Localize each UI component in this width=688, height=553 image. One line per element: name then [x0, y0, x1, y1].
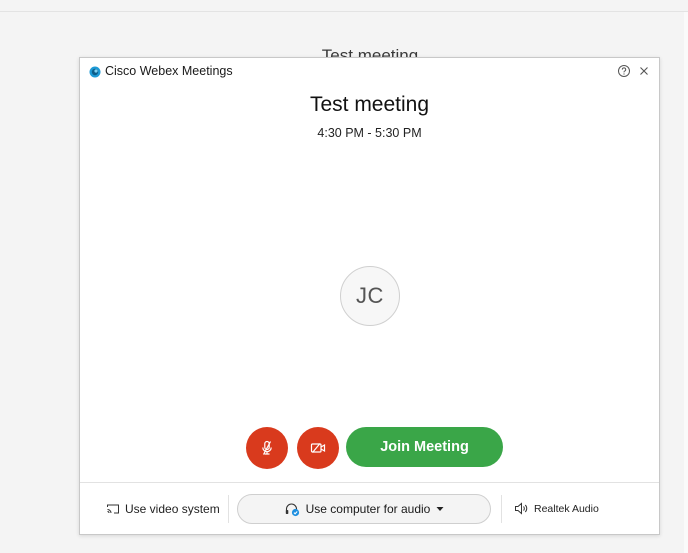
webex-logo-icon	[89, 66, 101, 78]
meeting-time: 4:30 PM - 5:30 PM	[317, 126, 422, 140]
audio-connection-select[interactable]: Use computer for audio	[237, 494, 491, 524]
title-bar: Cisco Webex Meetings	[80, 58, 659, 86]
use-video-system-button[interactable]: Use video system	[106, 502, 220, 516]
video-off-icon	[309, 439, 327, 457]
app-name: Cisco Webex Meetings	[105, 64, 233, 78]
microphone-muted-icon	[258, 439, 276, 457]
background-meeting-title: Test meeting	[321, 46, 419, 57]
mute-button[interactable]	[246, 427, 288, 469]
cast-icon	[106, 503, 120, 515]
headset-icon	[284, 502, 300, 517]
help-icon[interactable]	[617, 64, 631, 78]
caret-down-icon	[436, 506, 444, 512]
meeting-title: Test meeting	[309, 93, 430, 116]
stop-video-button[interactable]	[297, 427, 339, 469]
avatar-initials: JC	[356, 283, 384, 308]
footer-divider	[80, 482, 659, 483]
webex-meeting-dialog: Cisco Webex Meetings Test meeting 4:30 P…	[79, 57, 660, 535]
audio-select-label: Use computer for audio	[305, 502, 431, 516]
avatar: JC	[340, 266, 400, 326]
speaker-icon	[514, 502, 529, 515]
speaker-label: Realtek Audio	[534, 502, 599, 515]
join-meeting-button[interactable]: Join Meeting	[346, 427, 503, 467]
speaker-select[interactable]: Realtek Audio	[514, 502, 599, 515]
close-icon[interactable]	[637, 64, 651, 78]
footer-separator	[228, 495, 229, 523]
footer-separator	[501, 495, 502, 523]
use-video-system-label: Use video system	[125, 502, 220, 516]
background-edge	[684, 12, 688, 553]
background-divider	[0, 11, 688, 12]
